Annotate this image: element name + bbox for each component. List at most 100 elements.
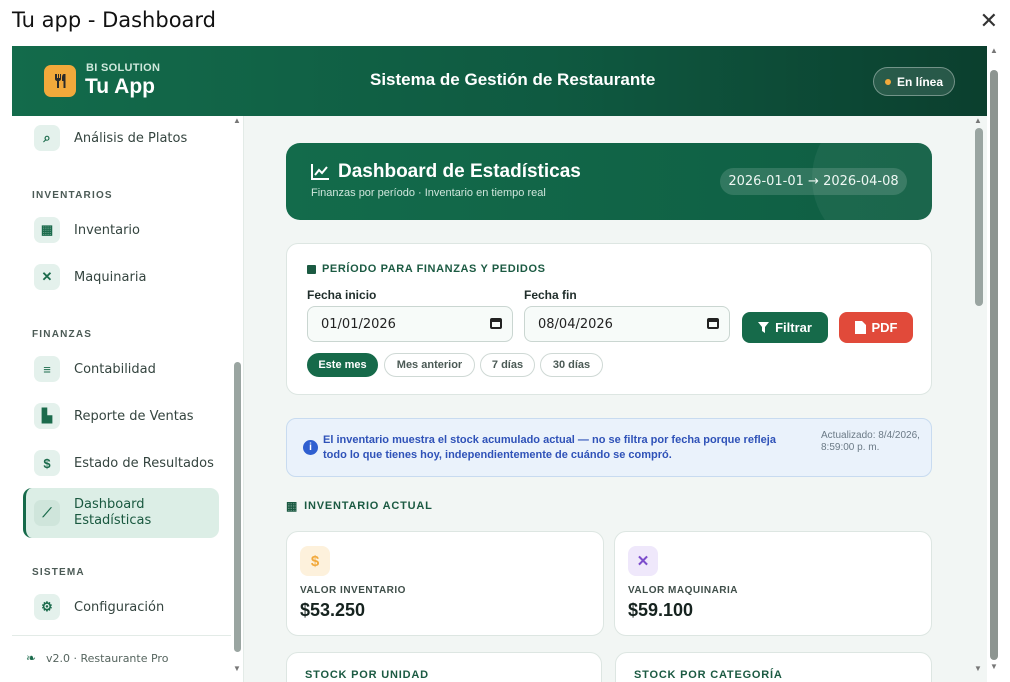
end-date-label: Fecha fin [524,288,577,302]
line-chart-icon: ⟋ [34,500,60,526]
info-message: El inventario muestra el stock acumulado… [323,434,776,461]
kpi-value: $59.100 [628,600,694,620]
window-scrollbar[interactable]: ▲ ▼ [987,46,1003,672]
bar-chart-icon: ▙ [34,403,60,429]
window-scroll-thumb[interactable] [990,70,998,660]
sidebar-item-label: Inventario [74,222,140,238]
status-dot-icon [884,78,891,85]
status-badge: En línea [873,67,955,96]
dollar-icon: $ [34,450,60,476]
sidebar-item-label: Estado de Resultados [74,455,214,471]
sidebar-item-configuracion[interactable]: ⚙ Configuración [23,587,219,627]
window-title: Tu app - Dashboard [12,8,217,32]
section-label-sistema: SISTEMA [32,567,85,578]
pdf-button[interactable]: PDF [839,312,913,343]
stock-por-unidad-card: STOCK POR UNIDAD [286,652,602,682]
close-icon[interactable]: ✕ [980,8,998,34]
date-range-badge: 2026-01-01 → 2026-04-08 [720,168,907,195]
start-date-label: Fecha inicio [307,288,377,302]
end-date-input[interactable]: 08/04/2026 [524,306,730,342]
version-label: v2.0 · Restaurante Pro [46,652,169,665]
sidebar-item-inventario[interactable]: ▦ Inventario [23,210,219,250]
filter-card-title: PERÍODO PARA FINANZAS Y PEDIDOS [307,263,546,275]
section-label-inventarios: INVENTARIOS [32,190,113,201]
brand-tagline: BI SOLUTION [86,62,161,74]
sidebar-item-label: Maquinaria [74,269,147,285]
status-label: En línea [896,74,943,89]
start-date-value: 01/01/2026 [321,316,396,332]
scroll-up-icon[interactable]: ▲ [974,116,982,125]
leaf-icon: ❧ [26,651,37,665]
app-header: BI SOLUTION Tu App Sistema de Gestión de… [12,46,987,116]
chip-30-dias[interactable]: 30 días [540,353,603,377]
chip-este-mes[interactable]: Este mes [307,353,378,377]
funnel-icon [758,322,770,333]
scroll-down-icon[interactable]: ▼ [990,662,998,671]
sidebar-item-label: Configuración [74,599,165,615]
dashboard-hero: Dashboard de Estadísticas Finanzas por p… [286,143,932,220]
start-date-input[interactable]: 01/01/2026 [307,306,513,342]
section-label-finanzas: FINANZAS [32,329,93,340]
kpi-label: VALOR MAQUINARIA [628,585,739,596]
chip-7-dias[interactable]: 7 días [480,353,535,377]
kpi-label: VALOR INVENTARIO [300,585,406,596]
filter-button-label: Filtrar [775,320,812,335]
card-title: STOCK POR CATEGORÍA [634,669,783,681]
sidebar-item-label: Contabilidad [74,361,156,377]
kpi-card-valor-maquinaria: ✕ VALOR MAQUINARIA $59.100 [614,531,932,636]
main-content: Dashboard de Estadísticas Finanzas por p… [245,116,987,682]
sidebar-item-label: Análisis de Platos [74,130,188,146]
sidebar-item-label: Dashboard Estadísticas [74,497,152,528]
sidebar-item-contabilidad[interactable]: ≡ Contabilidad [23,349,219,389]
pdf-file-icon [854,321,866,334]
sidebar-item-estado-resultados[interactable]: $ Estado de Resultados [23,443,219,483]
search-chart-icon: ⌕ [34,125,60,151]
boxes-icon: ▦ [34,217,60,243]
period-filter-card: PERÍODO PARA FINANZAS Y PEDIDOS Fecha in… [286,243,932,395]
main-scroll-thumb[interactable] [975,128,983,306]
calendar-icon [307,264,316,274]
inventory-info-banner: i El inventario muestra el stock acumula… [286,418,932,477]
main-scrollbar[interactable]: ▲ ▼ [970,116,987,682]
sidebar-item-label: Reporte de Ventas [74,408,194,424]
calendar-icon[interactable] [707,318,719,329]
filter-card-title-text: PERÍODO PARA FINANZAS Y PEDIDOS [322,263,546,275]
sidebar-item-analisis-platos[interactable]: ⌕ Análisis de Platos [23,118,219,158]
pdf-button-label: PDF [871,320,898,335]
calendar-icon[interactable] [490,318,502,329]
window-titlebar: Tu app - Dashboard ✕ [0,0,1010,46]
card-title: STOCK POR UNIDAD [305,669,429,681]
tools-icon: ✕ [34,264,60,290]
kpi-card-valor-inventario: $ VALOR INVENTARIO $53.250 [286,531,604,636]
scroll-down-icon[interactable]: ▼ [233,664,241,673]
app-window: BI SOLUTION Tu App Sistema de Gestión de… [12,46,987,682]
info-icon: i [303,440,318,455]
scroll-down-icon[interactable]: ▼ [974,664,982,673]
kpi-value: $53.250 [300,600,366,620]
hero-title: Dashboard de Estadísticas [338,161,581,182]
stock-por-categoria-card: STOCK POR CATEGORÍA [615,652,932,682]
scroll-up-icon[interactable]: ▲ [990,46,998,55]
sidebar-scrollbar[interactable]: ▲ ▼ [231,116,244,682]
sidebar-item-dashboard-estadisticas[interactable]: ⟋ Dashboard Estadísticas [23,488,219,538]
tools-icon: ✕ [628,546,658,576]
sidebar-scroll-thumb[interactable] [234,362,241,652]
line-chart-icon [311,164,329,180]
gear-icon: ⚙ [34,594,60,620]
sidebar: ⌕ Análisis de Platos INVENTARIOS ▦ Inven… [12,116,244,682]
page-title: Sistema de Gestión de Restaurante [370,70,656,89]
fork-knife-icon [44,65,76,97]
scroll-up-icon[interactable]: ▲ [233,116,241,125]
coins-icon: ≡ [34,356,60,382]
brand-name: Tu App [85,75,155,98]
filter-button[interactable]: Filtrar [742,312,828,343]
chip-mes-anterior[interactable]: Mes anterior [384,353,475,377]
sidebar-item-reporte-ventas[interactable]: ▙ Reporte de Ventas [23,396,219,436]
hero-subtitle: Finanzas por período · Inventario en tie… [311,187,546,199]
sidebar-item-maquinaria[interactable]: ✕ Maquinaria [23,257,219,297]
boxes-icon: ▦ [286,499,299,513]
updated-timestamp: Actualizado: 8/4/2026, 8:59:00 p. m. [821,430,920,453]
dollar-icon: $ [300,546,330,576]
sidebar-footer: ❧ v2.0 · Restaurante Pro [12,635,231,682]
end-date-value: 08/04/2026 [538,316,613,332]
